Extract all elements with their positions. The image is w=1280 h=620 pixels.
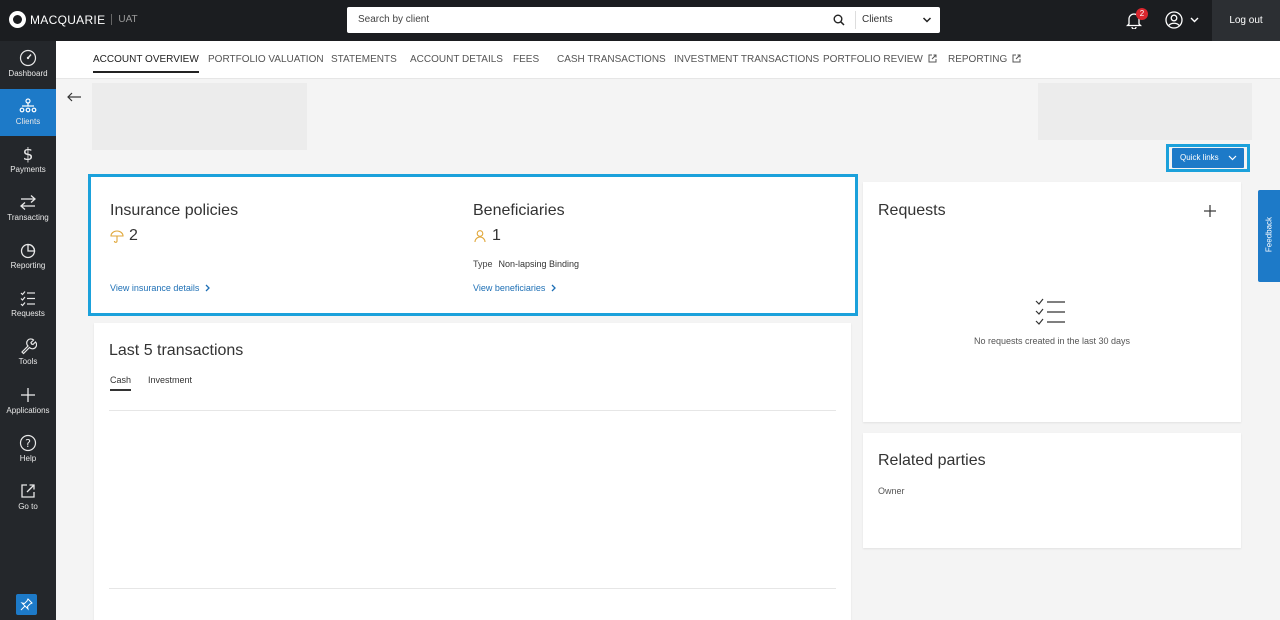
pie-chart-icon (20, 243, 36, 259)
logout-button[interactable]: Log out (1212, 0, 1280, 41)
back-arrow-icon[interactable] (66, 91, 82, 103)
sidebar-item-tools[interactable]: Tools (0, 329, 56, 376)
brand-logo-icon (9, 11, 26, 28)
checklist-icon (1035, 298, 1065, 325)
sidebar-item-label: Requests (11, 309, 45, 318)
brand-name: MACQUARIE (30, 12, 106, 27)
user-profile-icon[interactable] (1165, 11, 1183, 29)
tab-account-details[interactable]: ACCOUNT DETAILS (410, 54, 503, 65)
sidebar-item-payments[interactable]: $ Payments (0, 137, 56, 184)
plus-icon (21, 388, 35, 402)
highlight-outline (88, 174, 858, 316)
search-divider (855, 11, 856, 29)
dashboard-icon (19, 49, 37, 67)
account-tabs: ACCOUNT OVERVIEW PORTFOLIO VALUATION STA… (56, 41, 1280, 79)
environment-label: UAT (111, 14, 138, 25)
sidebar-item-label: Go to (18, 502, 38, 511)
sidebar-item-label: Reporting (10, 261, 46, 270)
dollar-icon: $ (23, 145, 34, 163)
requests-title: Requests (878, 202, 946, 219)
transactions-title: Last 5 transactions (109, 342, 244, 359)
add-request-icon[interactable] (1203, 204, 1217, 218)
sidebar-item-requests[interactable]: Requests (0, 281, 56, 328)
client-name-placeholder (92, 83, 307, 150)
sidebar-item-dashboard[interactable]: Dashboard (0, 41, 56, 88)
sidebar-item-applications[interactable]: Applications (0, 378, 56, 425)
transfer-arrows-icon (20, 195, 36, 210)
user-menu-chevron-icon[interactable] (1190, 15, 1199, 24)
requests-card: Requests No requests created in the last… (863, 182, 1241, 422)
tab-account-overview[interactable]: ACCOUNT OVERVIEW (93, 54, 199, 73)
sidebar-item-clients[interactable]: Clients (0, 89, 56, 136)
sidebar-item-label: Applications (6, 406, 50, 415)
tab-reporting[interactable]: REPORTING (948, 54, 1021, 65)
sidebar-item-go-to[interactable]: Go to (0, 474, 56, 521)
quick-links-button[interactable]: Quick links (1172, 148, 1244, 168)
account-summary-placeholder (1038, 83, 1252, 140)
external-link-icon (1012, 54, 1021, 63)
tab-portfolio-valuation[interactable]: PORTFOLIO VALUATION (208, 54, 324, 65)
sidebar: Dashboard Clients $ Payments Transacting… (0, 41, 56, 620)
tab-statements[interactable]: STATEMENTS (331, 54, 397, 65)
pin-sidebar-button[interactable] (16, 594, 37, 615)
divider (109, 410, 836, 411)
sidebar-item-help[interactable]: ? Help (0, 426, 56, 473)
feedback-tab[interactable]: Feedback (1258, 190, 1280, 282)
brand-logo[interactable]: MACQUARIE UAT (9, 11, 138, 28)
pin-icon (20, 598, 33, 611)
search-scope-select[interactable]: Clients (862, 14, 893, 25)
tab-fees[interactable]: FEES (513, 54, 539, 65)
chevron-down-icon (1228, 155, 1237, 161)
divider (109, 588, 836, 589)
sidebar-item-label: Clients (15, 117, 41, 126)
svg-text:?: ? (25, 437, 31, 450)
svg-text:$: $ (23, 145, 34, 163)
sidebar-item-label: Dashboard (8, 69, 48, 78)
related-party-role: Owner (878, 486, 905, 496)
external-link-icon (21, 484, 35, 498)
sidebar-item-transacting[interactable]: Transacting (0, 185, 56, 232)
tab-investment[interactable]: Investment (148, 375, 192, 385)
sidebar-item-label: Tools (18, 357, 38, 366)
related-parties-card: Related parties Owner (863, 433, 1241, 548)
tab-label: PORTFOLIO REVIEW (823, 54, 923, 65)
feedback-label: Feedback (1264, 216, 1274, 253)
top-bar: MACQUARIE UAT Search by client Clients 2… (0, 0, 1280, 41)
related-parties-title: Related parties (878, 452, 986, 469)
sidebar-item-reporting[interactable]: Reporting (0, 233, 56, 280)
notification-badge: 2 (1136, 8, 1148, 20)
last-transactions-card: Last 5 transactions Cash Investment (94, 323, 851, 620)
search-input[interactable]: Search by client (358, 14, 429, 25)
sidebar-item-label: Transacting (7, 213, 49, 222)
client-search-box[interactable]: Search by client Clients (347, 7, 940, 33)
quick-links-label: Quick links (1180, 153, 1219, 162)
help-icon: ? (19, 434, 37, 452)
tab-portfolio-review[interactable]: PORTFOLIO REVIEW (823, 54, 937, 65)
sidebar-item-label: Help (19, 454, 37, 463)
tab-investment-transactions[interactable]: INVESTMENT TRANSACTIONS (674, 54, 819, 65)
wrench-icon (21, 338, 37, 355)
clients-icon (19, 98, 37, 113)
checklist-icon (20, 291, 35, 307)
external-link-icon (928, 54, 937, 63)
tab-cash[interactable]: Cash (110, 375, 132, 391)
tab-label: REPORTING (948, 54, 1008, 65)
tab-cash-transactions[interactable]: CASH TRANSACTIONS (557, 54, 666, 65)
sidebar-item-label: Payments (10, 165, 46, 174)
chevron-down-icon[interactable] (922, 15, 932, 25)
requests-empty-message: No requests created in the last 30 days (973, 336, 1131, 346)
search-icon[interactable] (833, 14, 845, 26)
